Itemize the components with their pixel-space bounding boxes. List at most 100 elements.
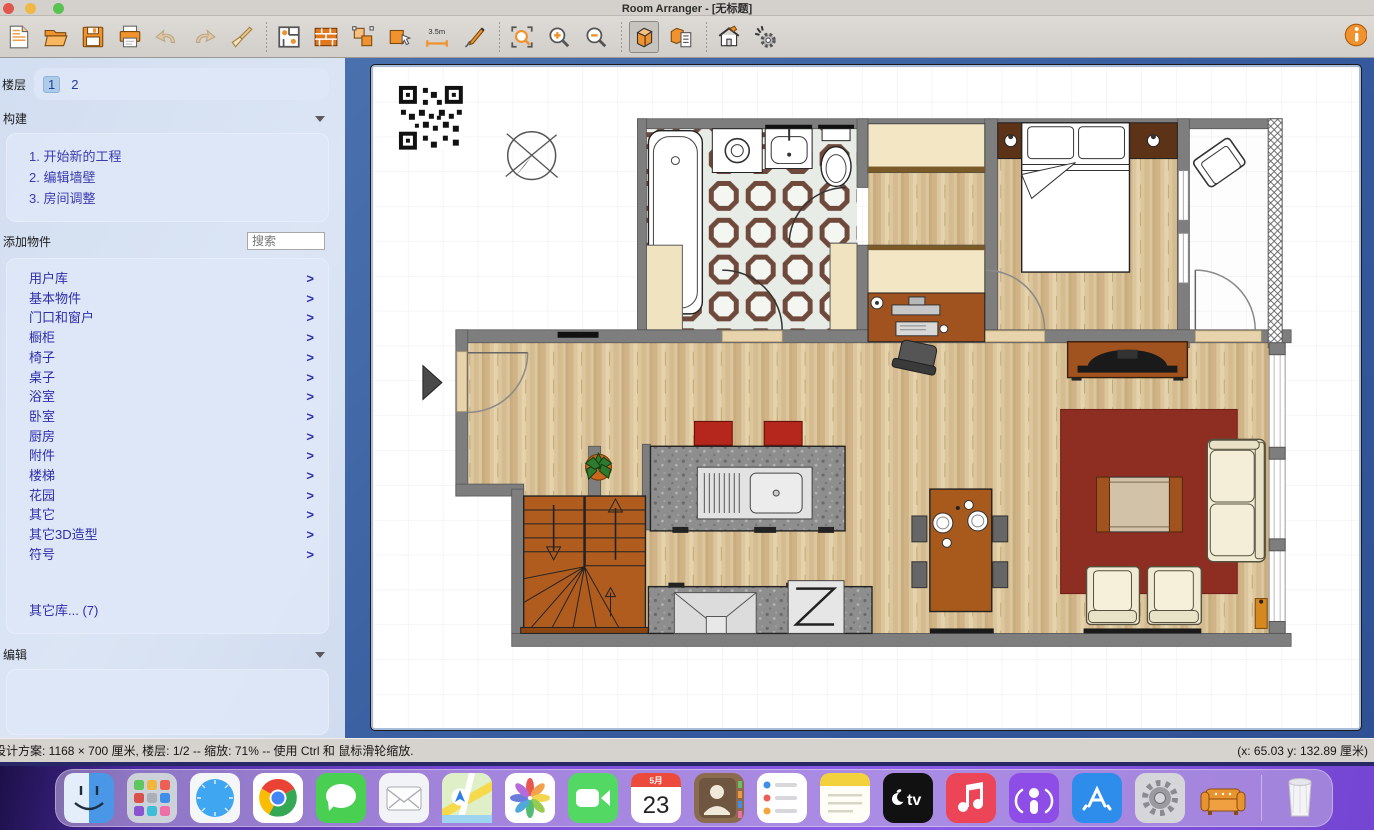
print-button[interactable]: [115, 21, 145, 53]
category-item[interactable]: 桌子 >: [7, 368, 328, 388]
dining-chair[interactable]: [992, 515, 1009, 543]
armchair-1[interactable]: [1085, 566, 1141, 626]
dock-mail-icon[interactable]: [379, 773, 429, 823]
dock-trash-icon[interactable]: [1275, 773, 1325, 823]
search-input[interactable]: [247, 232, 325, 250]
potted-plant[interactable]: [584, 452, 613, 481]
category-item[interactable]: 楼梯 >: [7, 466, 328, 486]
collapse-build-icon[interactable]: [315, 115, 325, 122]
close-button[interactable]: [3, 3, 14, 14]
zoom-button[interactable]: [53, 3, 64, 14]
dining-table[interactable]: [929, 488, 993, 613]
edit-rooms-button[interactable]: [274, 21, 304, 53]
build-step-link[interactable]: 3. 房间调整: [29, 188, 328, 209]
walk-through-button[interactable]: [714, 21, 744, 53]
dock-safari-icon[interactable]: [190, 773, 240, 823]
info-button[interactable]: [1341, 22, 1367, 48]
dock-chrome-icon[interactable]: [253, 773, 303, 823]
washing-machine[interactable]: [711, 128, 763, 174]
dock-reminders-icon[interactable]: [757, 773, 807, 823]
category-item[interactable]: 附件 >: [7, 446, 328, 466]
build-step-link[interactable]: 1. 开始新的工程: [29, 146, 328, 167]
toilet[interactable]: [818, 124, 855, 188]
dining-chair[interactable]: [911, 561, 928, 589]
stairs[interactable]: [520, 495, 649, 634]
sofa[interactable]: [1206, 438, 1266, 563]
dock-music-icon[interactable]: [946, 773, 996, 823]
dock-facetime-icon[interactable]: [568, 773, 618, 823]
category-item[interactable]: 卧室 >: [7, 407, 328, 427]
wardrobe-middle[interactable]: [867, 244, 986, 299]
dock-messages-icon[interactable]: [316, 773, 366, 823]
save-button[interactable]: [78, 21, 108, 53]
kitchen-counter[interactable]: [647, 580, 873, 635]
category-item[interactable]: 厨房 >: [7, 427, 328, 447]
dock-system-settings-icon[interactable]: [1135, 773, 1185, 823]
dining-chair[interactable]: [992, 561, 1009, 589]
category-item[interactable]: 门口和窗户 >: [7, 308, 328, 328]
object-list-button[interactable]: [666, 21, 696, 53]
measure-button[interactable]: 3.5m: [422, 21, 452, 53]
dock-apple-tv-icon[interactable]: tv: [883, 773, 933, 823]
tv-cabinet[interactable]: [1066, 341, 1189, 381]
bar-stool-1[interactable]: [693, 420, 733, 446]
dock-launchpad-icon[interactable]: [127, 773, 177, 823]
canvas[interactable]: [370, 64, 1362, 731]
undo-button[interactable]: [152, 21, 182, 53]
dock-finder-icon[interactable]: [64, 773, 114, 823]
floor-tab-1[interactable]: 1: [44, 76, 60, 92]
radiator[interactable]: [1254, 598, 1268, 629]
coffee-table[interactable]: [1096, 476, 1183, 533]
dock-podcasts-icon[interactable]: [1009, 773, 1059, 823]
wall-shelf[interactable]: [557, 331, 599, 338]
category-item[interactable]: 橱柜 >: [7, 328, 328, 348]
move-object-button[interactable]: [385, 21, 415, 53]
floor-tab-2[interactable]: 2: [67, 77, 82, 92]
select-objects-button[interactable]: [348, 21, 378, 53]
category-item[interactable]: 基本物件 >: [7, 289, 328, 309]
more-libraries-link[interactable]: 其它库... (7): [29, 600, 98, 619]
minimize-button[interactable]: [25, 3, 36, 14]
kitchen-island[interactable]: [649, 445, 846, 533]
dock-contacts-icon[interactable]: [694, 773, 744, 823]
zoom-out-button[interactable]: [581, 21, 611, 53]
new-document-button[interactable]: [4, 21, 34, 53]
bathroom-cabinet-right[interactable]: [829, 242, 858, 331]
category-item[interactable]: 用户库 >: [7, 269, 328, 289]
render-settings-button[interactable]: [751, 21, 781, 53]
edit-walls-button[interactable]: [311, 21, 341, 53]
armchair-2[interactable]: [1146, 566, 1203, 626]
draw-button[interactable]: [459, 21, 489, 53]
nightstand-left[interactable]: [997, 122, 1025, 160]
bathroom-sink[interactable]: [764, 124, 813, 170]
dock-notes-icon[interactable]: [820, 773, 870, 823]
dock-maps-icon[interactable]: [442, 773, 492, 823]
category-item[interactable]: 花园 >: [7, 486, 328, 506]
status-cursor-coords: (x: 65.03 y: 132.89 厘米): [1237, 744, 1368, 758]
zoom-selection-button[interactable]: [507, 21, 537, 53]
chevron-right-icon: >: [306, 428, 314, 444]
redo-button[interactable]: [189, 21, 219, 53]
dock-calendar-icon[interactable]: 5月 23: [631, 773, 681, 823]
view-3d-button[interactable]: [629, 20, 659, 53]
desk[interactable]: [867, 292, 986, 343]
category-item[interactable]: 其它 >: [7, 505, 328, 525]
format-brush-button[interactable]: [226, 21, 256, 53]
bar-stool-2[interactable]: [763, 420, 803, 446]
nightstand-right[interactable]: [1128, 122, 1178, 160]
category-item[interactable]: 符号 >: [7, 545, 328, 565]
zoom-in-button[interactable]: [544, 21, 574, 53]
wardrobe-top[interactable]: [867, 123, 986, 174]
build-step-link[interactable]: 2. 编辑墙壁: [29, 167, 328, 188]
collapse-edit-icon[interactable]: [315, 651, 325, 658]
bathroom-cabinet-left[interactable]: [645, 244, 683, 331]
category-item[interactable]: 浴室 >: [7, 387, 328, 407]
dock-photos-icon[interactable]: [505, 773, 555, 823]
dock-app-store-icon[interactable]: [1072, 773, 1122, 823]
category-item[interactable]: 其它3D造型 >: [7, 525, 328, 545]
dining-chair[interactable]: [911, 515, 928, 543]
category-item[interactable]: 椅子 >: [7, 348, 328, 368]
bed[interactable]: [1020, 122, 1131, 273]
open-file-button[interactable]: [41, 21, 71, 53]
dock-room-arranger-icon[interactable]: [1198, 773, 1248, 823]
